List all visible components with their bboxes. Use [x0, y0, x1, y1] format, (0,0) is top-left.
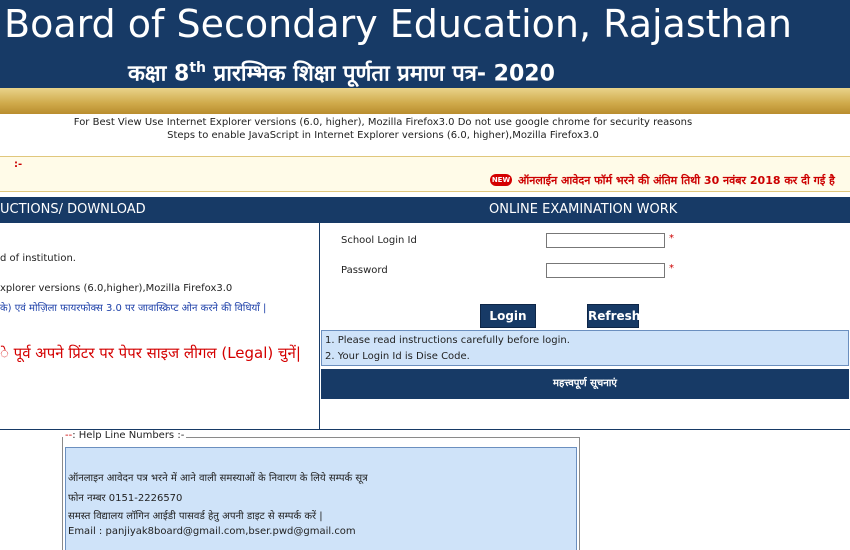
- helpline-box: ऑनलाइन आवेदन पत्र भरने में आने वाली समस्…: [65, 447, 577, 550]
- instruction-link[interactable]: d of institution.: [0, 253, 76, 264]
- school-login-label: School Login Id: [341, 235, 417, 246]
- login-instruction-1: 1. Please read instructions carefully be…: [325, 335, 570, 346]
- site-header: Board of Secondary Education, Rajasthan …: [0, 0, 850, 88]
- helpline-email: Email : panjiyak8board@gmail.com,bser.pw…: [68, 526, 356, 537]
- decorative-band: [0, 88, 850, 114]
- login-instruction-2: 2. Your Login Id is Dise Code.: [325, 351, 470, 362]
- site-title: Board of Secondary Education, Rajasthan: [4, 2, 792, 46]
- legend-text: : Help Line Numbers :-: [72, 430, 185, 441]
- helpline-line-1: ऑनलाइन आवेदन पत्र भरने में आने वाली समस्…: [68, 473, 368, 484]
- new-badge-icon: NEW: [490, 174, 512, 186]
- browser-steps-link[interactable]: xplorer versions (6.0,higher),Mozilla Fi…: [0, 283, 232, 294]
- instructions-download-title: UCTIONS/ DOWNLOAD: [0, 202, 146, 217]
- refresh-button[interactable]: Refresh: [587, 304, 640, 328]
- important-notices-button[interactable]: महत्त्वपूर्ण सूचनाएं: [321, 369, 849, 399]
- required-mark: *: [669, 233, 674, 244]
- online-exam-work-title: ONLINE EXAMINATION WORK: [489, 202, 678, 217]
- helpline-legend: --: Help Line Numbers :-: [63, 430, 187, 441]
- site-subtitle: कक्षा 8th प्रारम्भिक शिक्षा पूर्णता प्रम…: [128, 52, 555, 90]
- school-login-input[interactable]: [546, 233, 665, 248]
- section-header-bar: UCTIONS/ DOWNLOAD ONLINE EXAMINATION WOR…: [0, 197, 850, 223]
- required-mark: *: [669, 263, 674, 274]
- subtitle-part1: कक्षा 8: [128, 61, 190, 87]
- page: Board of Secondary Education, Rajasthan …: [0, 0, 850, 550]
- helpline-line-3: समस्त विद्यालय लॉगिन आईडी पासवर्ड हेतु अ…: [68, 511, 323, 522]
- instructions-panel: d of institution. xplorer versions (6.0,…: [0, 223, 320, 430]
- legal-paper-notice: े पूर्व अपने प्रिंटर पर पेपर साइज लीगल (…: [0, 344, 301, 362]
- login-button[interactable]: Login: [480, 304, 536, 328]
- password-label: Password: [341, 265, 388, 276]
- login-instructions-box: 1. Please read instructions carefully be…: [321, 330, 849, 366]
- browser-notes: For Best View Use Internet Explorer vers…: [0, 116, 850, 142]
- announcement-marquee: :- NEW ऑनलाईन आवेदन फॉर्म भरने की अंतिम …: [0, 156, 850, 192]
- password-input[interactable]: [546, 263, 665, 278]
- helpline-phone: फोन नम्बर 0151-2226570: [68, 493, 183, 504]
- marquee-prefix: :-: [14, 159, 23, 170]
- subtitle-part2: प्रारम्भिक शिक्षा पूर्णता प्रमाण पत्र- 2…: [206, 61, 555, 87]
- javascript-steps-link[interactable]: Steps to enable JavaScript in Internet E…: [0, 129, 808, 142]
- helpline-fieldset: --: Help Line Numbers :- ऑनलाइन आवेदन पत…: [62, 430, 580, 550]
- browser-note-1: For Best View Use Internet Explorer vers…: [73, 117, 693, 128]
- announcement-text[interactable]: ऑनलाईन आवेदन फॉर्म भरने की अंतिम तिथी 30…: [518, 173, 835, 188]
- login-panel: School Login Id * Password * Login Refre…: [320, 223, 850, 430]
- subtitle-sup: th: [189, 60, 207, 76]
- browser-steps-hindi-link[interactable]: के) एवं मोज़िला फायरफोक्स 3.0 पर जावास्क…: [0, 300, 266, 314]
